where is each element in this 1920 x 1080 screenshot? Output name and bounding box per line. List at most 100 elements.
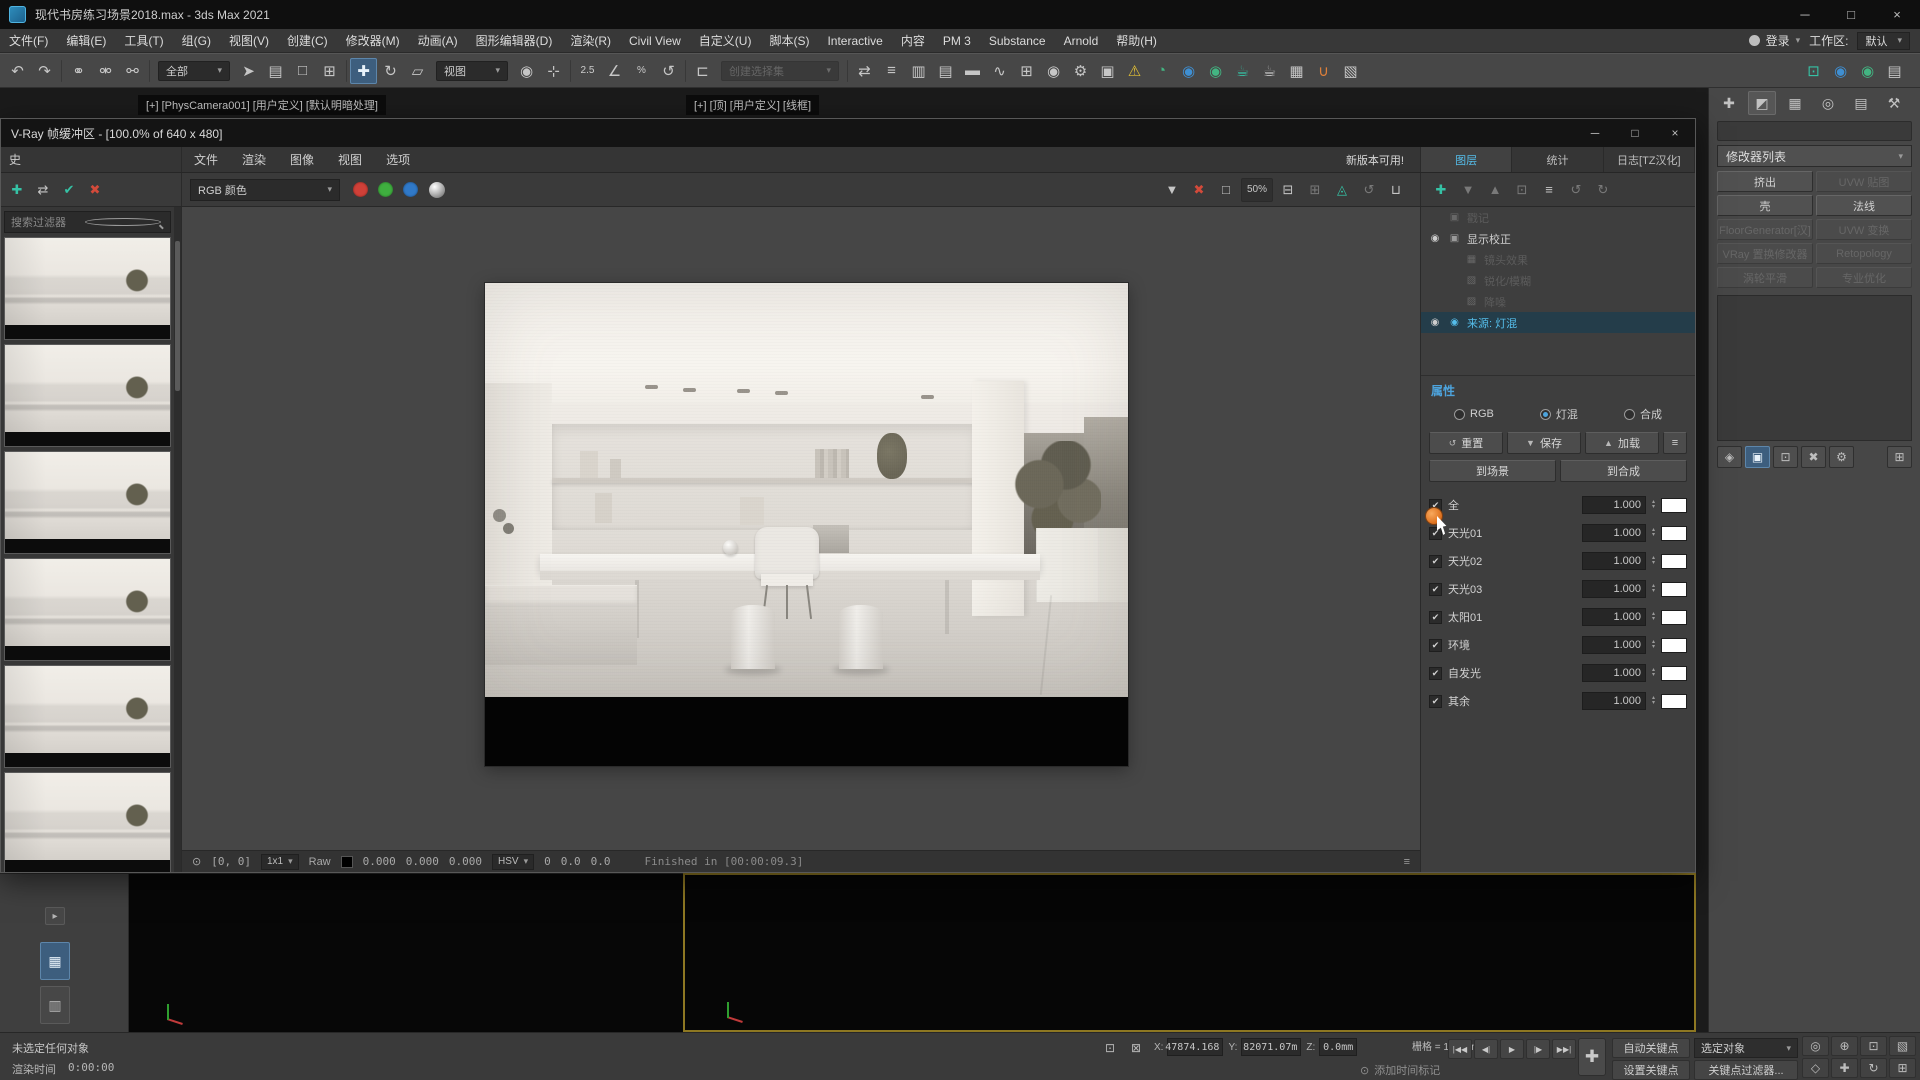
- create-tab-icon[interactable]: ✚: [1715, 91, 1743, 115]
- fov-icon[interactable]: ◇: [1802, 1058, 1829, 1078]
- spinner[interactable]: ▴▾: [1652, 640, 1655, 650]
- render-setup-icon[interactable]: ⚙ ▾: [1067, 58, 1094, 84]
- vfb-layer-row[interactable]: ▨ 降噪: [1421, 291, 1695, 312]
- menu-item[interactable]: Interactive: [818, 29, 891, 52]
- spinner[interactable]: ▴▾: [1652, 668, 1655, 678]
- history-thumbnail[interactable]: [4, 344, 171, 447]
- crossing-selection-icon[interactable]: ⊞ ▾: [316, 58, 343, 84]
- clear-image-icon[interactable]: ✖: [1187, 178, 1211, 202]
- vfb-layer-row[interactable]: ▦ 镜头效果: [1421, 249, 1695, 270]
- save-button[interactable]: ▼ 保存: [1507, 432, 1581, 454]
- rendered-frame-icon[interactable]: ▣ ▾: [1094, 58, 1121, 84]
- named-selection-dropdown[interactable]: 创建选择集 ▾: [721, 61, 839, 81]
- modifier-button[interactable]: UVW 贴图: [1816, 171, 1912, 192]
- key-filters-button[interactable]: 关键点过滤器...: [1694, 1060, 1798, 1080]
- toolbar-separator[interactable]: ▾: [61, 60, 62, 82]
- edit-named-selections-icon[interactable]: ⊏ ▾: [689, 58, 716, 84]
- scrollbar-thumb[interactable]: [175, 241, 180, 391]
- spinner[interactable]: ▴▾: [1652, 584, 1655, 594]
- layer-add-icon[interactable]: ✚: [1429, 178, 1453, 202]
- z-coordinate-field[interactable]: 0.0mm: [1319, 1038, 1357, 1056]
- next-frame-button[interactable]: |▶: [1526, 1039, 1550, 1059]
- select-manipulate-icon[interactable]: ⊹ ▾: [540, 58, 567, 84]
- select-object-icon[interactable]: ➤ ▾: [235, 58, 262, 84]
- modifier-button[interactable]: 涡轮平滑: [1717, 267, 1813, 288]
- ipr-icon[interactable]: ◬: [1330, 178, 1354, 202]
- toolbar-separator[interactable]: ▾: [685, 60, 686, 82]
- zoom-all-icon[interactable]: ⊕: [1831, 1036, 1858, 1056]
- history-save-icon[interactable]: ✚: [5, 178, 29, 202]
- history-thumbnail[interactable]: [4, 772, 171, 872]
- pixel-size-dropdown[interactable]: 1x1 ▾: [261, 854, 299, 870]
- percent-snap-icon[interactable]: % ▾: [628, 58, 655, 84]
- checkbox[interactable]: ✔: [1429, 695, 1442, 708]
- test-resolution-button[interactable]: 50%: [1241, 178, 1273, 202]
- civil-view-icon[interactable]: ◉ ▾: [1175, 58, 1202, 84]
- unlink-icon[interactable]: ⚮ ▾: [92, 58, 119, 84]
- modifier-button[interactable]: 挤出: [1717, 171, 1813, 192]
- orbit-icon[interactable]: ↻: [1860, 1058, 1887, 1078]
- spinner[interactable]: ▴▾: [1652, 528, 1655, 538]
- menu-item[interactable]: Substance: [980, 29, 1055, 52]
- select-rotate-icon[interactable]: ↻ ▾: [377, 58, 404, 84]
- history-search-input[interactable]: 搜索过滤器: [4, 211, 171, 233]
- lightmix-row[interactable]: ✔ 天光02 1.000 ▴▾: [1421, 547, 1695, 575]
- stamp-icon[interactable]: ↺: [1357, 178, 1381, 202]
- ref-coord-dropdown[interactable]: 视图 ▾: [436, 61, 508, 81]
- multiplier-field[interactable]: 1.000: [1582, 552, 1646, 570]
- visibility-eye-icon[interactable]: ◉: [1428, 317, 1442, 328]
- menu-item[interactable]: 渲染(R): [561, 29, 620, 52]
- layer-load-icon[interactable]: ▲: [1483, 178, 1507, 202]
- to-scene-button[interactable]: 到场景: [1429, 460, 1556, 482]
- vfb-panel-tab[interactable]: 日志[TZ汉化]: [1604, 147, 1695, 172]
- menu-item[interactable]: Arnold: [1055, 29, 1108, 52]
- toolbar-separator[interactable]: ▾: [570, 60, 571, 82]
- history-scrollbar[interactable]: [174, 207, 181, 872]
- compare-vertical-icon[interactable]: ⊞: [1303, 178, 1327, 202]
- vfb-menu-item[interactable]: 图像: [278, 147, 326, 172]
- viewport-layout-expand-button[interactable]: ▸: [45, 907, 65, 925]
- select-scale-icon[interactable]: ▱ ▾: [404, 58, 431, 84]
- hierarchy-tab-icon[interactable]: ▦: [1781, 91, 1809, 115]
- menu-item[interactable]: 工具(T): [115, 29, 172, 52]
- menu-item[interactable]: 编辑(E): [57, 29, 115, 52]
- checkbox[interactable]: ✔: [1429, 667, 1442, 680]
- redo-icon[interactable]: ↷ ▾: [31, 58, 58, 84]
- undo-icon[interactable]: ↶ ▾: [4, 58, 31, 84]
- workspace-icon[interactable]: ▤: [1881, 58, 1908, 84]
- lightmix-row[interactable]: ✔ 环境 1.000 ▴▾: [1421, 631, 1695, 659]
- auto-key-button[interactable]: 自动关键点: [1612, 1038, 1690, 1058]
- arnold-toolbar-icon[interactable]: ◉: [1854, 58, 1881, 84]
- save-image-icon[interactable]: ▼: [1160, 178, 1184, 202]
- new-version-notice[interactable]: 新版本可用!: [1330, 152, 1420, 168]
- checkbox[interactable]: ✔: [1429, 527, 1442, 540]
- vfb-minimize-button[interactable]: ─: [1575, 119, 1615, 147]
- history-thumbnail[interactable]: [4, 451, 171, 554]
- pan-icon[interactable]: ✚: [1831, 1058, 1858, 1078]
- multiplier-field[interactable]: 1.000: [1582, 524, 1646, 542]
- vfb-layer-row[interactable]: ▧ 锐化/模糊: [1421, 270, 1695, 291]
- select-link-icon[interactable]: ⚭ ▾: [65, 58, 92, 84]
- color-sphere-icon[interactable]: [429, 182, 445, 198]
- layer-copy-icon[interactable]: ⊡: [1510, 178, 1534, 202]
- selection-lock-icon[interactable]: ⊠: [1126, 1038, 1146, 1058]
- menu-item[interactable]: 修改器(M): [337, 29, 409, 52]
- toggle-scene-explorer-icon[interactable]: ▥ ▾: [905, 58, 932, 84]
- set-key-button[interactable]: 设置关键点: [1612, 1060, 1690, 1080]
- toggle-ribbon-icon[interactable]: ▬ ▾: [959, 58, 986, 84]
- menu-item[interactable]: 自定义(U): [690, 29, 761, 52]
- render-warning-icon[interactable]: ⚠ ▾: [1121, 58, 1148, 84]
- multiplier-field[interactable]: 1.000: [1582, 580, 1646, 598]
- toolbar-separator[interactable]: ▾: [149, 60, 150, 82]
- modify-tab-icon[interactable]: ◩: [1748, 91, 1776, 115]
- qr-icon[interactable]: ▦ ▾: [1283, 58, 1310, 84]
- lightmix-row[interactable]: ✔ 天光03 1.000 ▴▾: [1421, 575, 1695, 603]
- maximize-viewport-icon[interactable]: ⊞: [1889, 1058, 1916, 1078]
- multiplier-field[interactable]: 1.000: [1582, 664, 1646, 682]
- play-button[interactable]: ▶: [1500, 1039, 1524, 1059]
- red-channel-toggle[interactable]: [353, 182, 368, 197]
- render-iterative-icon[interactable]: ☕ ▾: [1256, 58, 1283, 84]
- color-swatch[interactable]: [1661, 554, 1687, 569]
- compare-horizontal-icon[interactable]: ⊟: [1276, 178, 1300, 202]
- radio-option[interactable]: RGB: [1454, 406, 1494, 422]
